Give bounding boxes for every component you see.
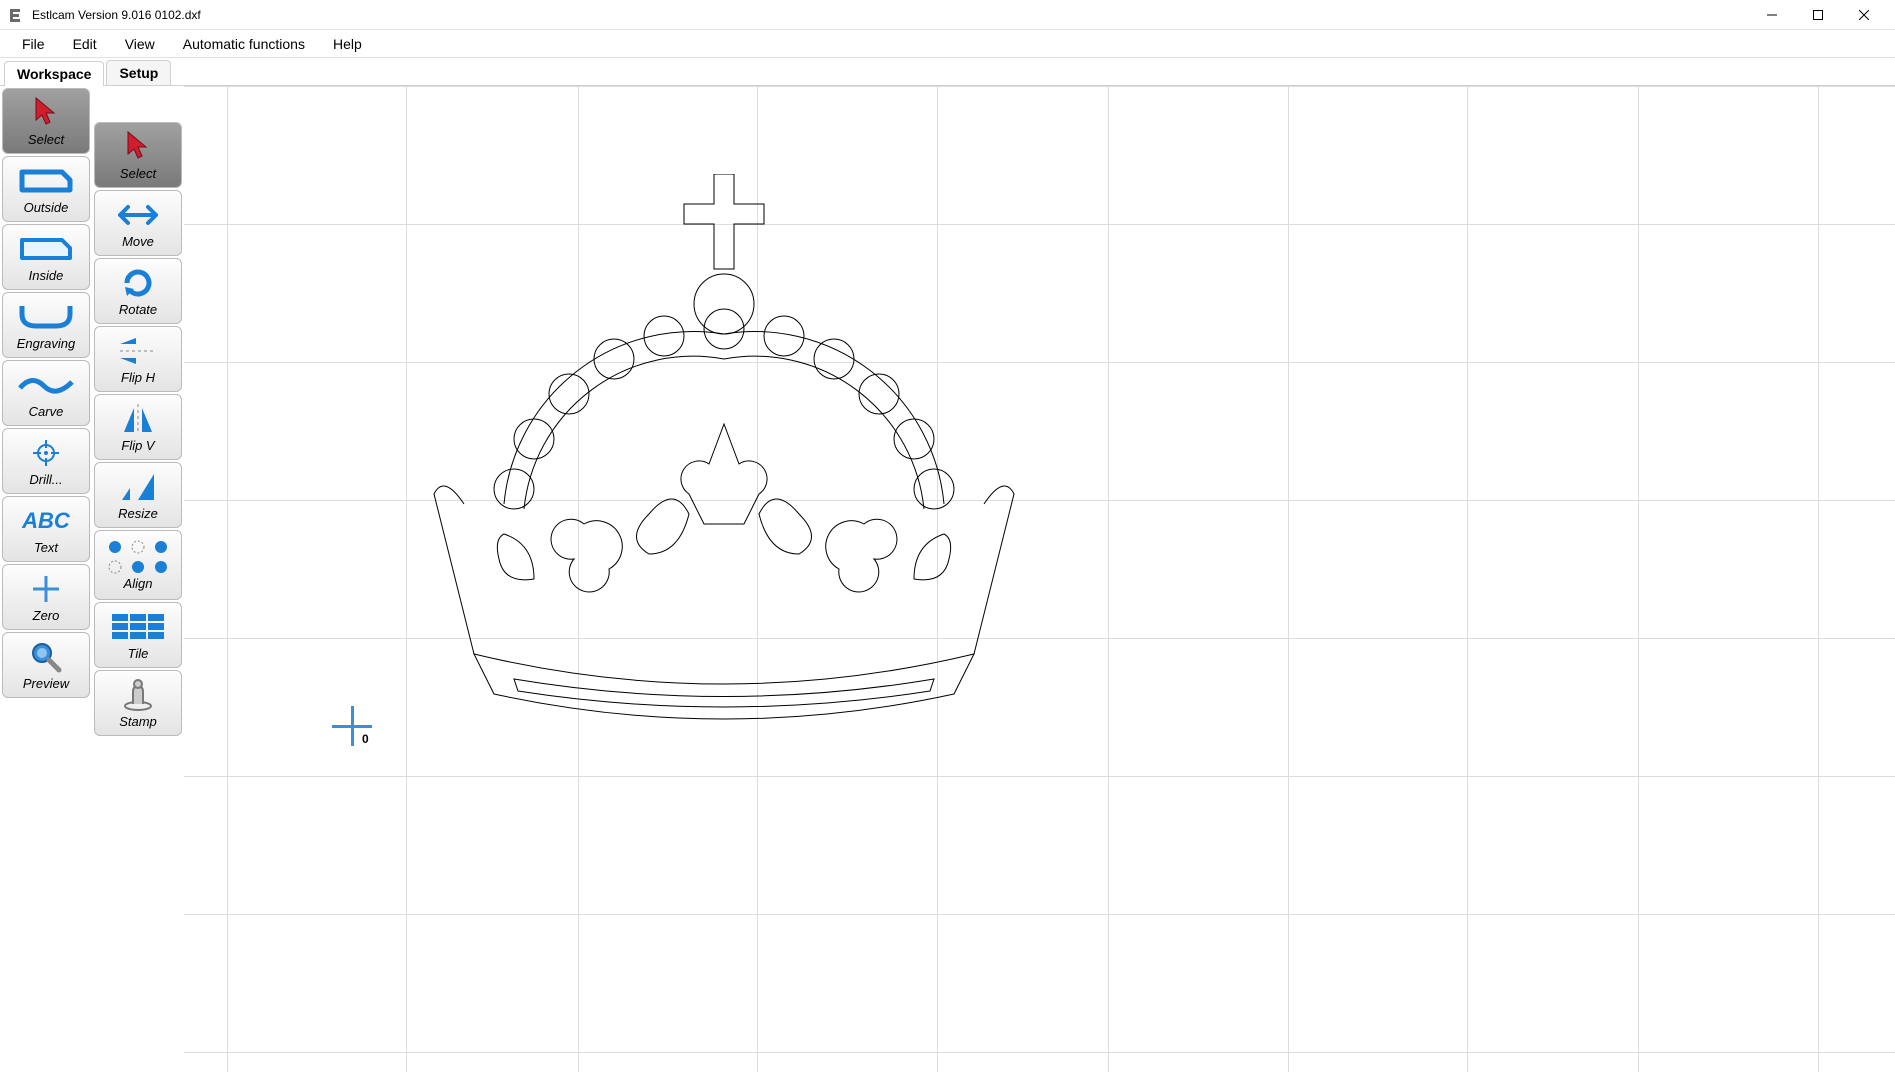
select2-button[interactable]: Select (94, 122, 182, 188)
window-controls (1749, 0, 1887, 30)
tool-label: Resize (118, 506, 158, 521)
menu-edit[interactable]: Edit (59, 32, 111, 56)
drill-icon (29, 436, 63, 470)
tool-label: Flip V (121, 438, 154, 453)
tile-icon (108, 610, 168, 644)
menu-file[interactable]: File (8, 32, 59, 56)
resize-icon (116, 470, 160, 504)
origin-label: 0 (362, 732, 369, 746)
inside-button[interactable]: Inside (2, 224, 90, 290)
move-button[interactable]: Move (94, 190, 182, 256)
titlebar: Estlcam Version 9.016 0102.dxf (0, 0, 1895, 30)
menubar: File Edit View Automatic functions Help (0, 30, 1895, 58)
align-button[interactable]: Align (94, 530, 182, 600)
tool-label: Preview (23, 676, 69, 691)
text-icon: ABC (22, 504, 70, 538)
tab-workspace[interactable]: Workspace (4, 61, 104, 86)
tabbar: Workspace Setup (0, 58, 1895, 86)
toolbar-secondary: Select Move Rotate Flip H Flip V Resize (92, 120, 184, 1072)
zero-icon (29, 572, 63, 606)
tool-label: Stamp (119, 714, 157, 729)
flipv-button[interactable]: Flip V (94, 394, 182, 460)
inside-icon (16, 232, 76, 266)
outside-icon (16, 164, 76, 198)
preview-icon (29, 640, 63, 674)
main: Select Outside Inside Engraving Carve Dr… (0, 86, 1895, 1072)
cursor-icon (32, 96, 60, 130)
menu-automatic-functions[interactable]: Automatic functions (169, 32, 319, 56)
tool-label: Flip H (121, 370, 155, 385)
tool-label: Drill... (29, 472, 62, 487)
menu-view[interactable]: View (111, 32, 169, 56)
move-icon (116, 198, 160, 232)
fliph-icon (116, 334, 160, 368)
app-icon (8, 7, 24, 23)
tool-label: Inside (29, 268, 64, 283)
resize-button[interactable]: Resize (94, 462, 182, 528)
tool-label: Engraving (17, 336, 76, 351)
fliph-button[interactable]: Flip H (94, 326, 182, 392)
menu-help[interactable]: Help (319, 32, 376, 56)
maximize-button[interactable] (1795, 0, 1841, 30)
carve-icon (16, 368, 76, 402)
outside-button[interactable]: Outside (2, 156, 90, 222)
tool-label: Rotate (119, 302, 157, 317)
tool-label: Move (122, 234, 154, 249)
tab-setup[interactable]: Setup (106, 60, 171, 85)
close-button[interactable] (1841, 0, 1887, 30)
tool-label: Tile (128, 646, 149, 661)
drawing-crown (354, 174, 1094, 734)
minimize-button[interactable] (1749, 0, 1795, 30)
preview-button[interactable]: Preview (2, 632, 90, 698)
select-button[interactable]: Select (2, 88, 90, 154)
tool-label: Select (120, 166, 156, 181)
toolbar-primary: Select Outside Inside Engraving Carve Dr… (0, 86, 92, 1072)
engraving-icon (16, 300, 76, 334)
tool-label: Align (124, 576, 153, 591)
align-icon (103, 540, 173, 574)
cursor-icon (124, 130, 152, 164)
tool-label: Text (34, 540, 58, 555)
zero-button[interactable]: Zero (2, 564, 90, 630)
carve-button[interactable]: Carve (2, 360, 90, 426)
tool-label: Carve (29, 404, 64, 419)
rotate-button[interactable]: Rotate (94, 258, 182, 324)
tool-label: Select (28, 132, 64, 147)
text-button[interactable]: ABC Text (2, 496, 90, 562)
tool-label: Outside (24, 200, 69, 215)
flipv-icon (116, 402, 160, 436)
tile-button[interactable]: Tile (94, 602, 182, 668)
drill-button[interactable]: Drill... (2, 428, 90, 494)
tool-label: Zero (33, 608, 60, 623)
stamp-button[interactable]: Stamp (94, 670, 182, 736)
stamp-icon (121, 678, 155, 712)
engraving-button[interactable]: Engraving (2, 292, 90, 358)
canvas[interactable]: 0 (184, 86, 1895, 1072)
window-title: Estlcam Version 9.016 0102.dxf (32, 8, 1749, 22)
rotate-icon (121, 266, 155, 300)
